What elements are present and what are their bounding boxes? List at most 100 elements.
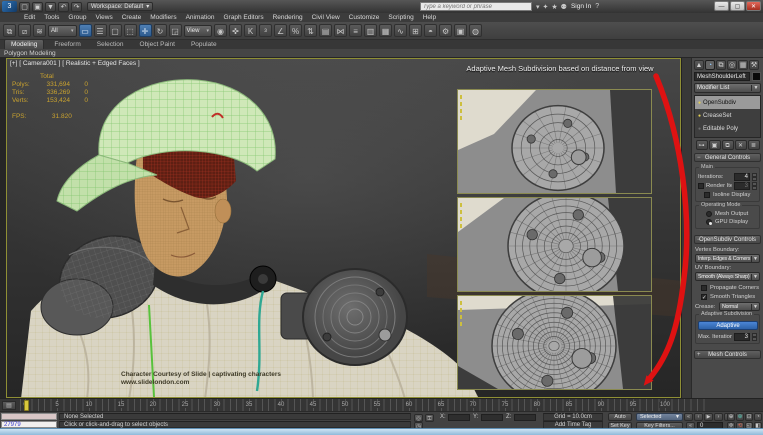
undo-icon[interactable]: ↶ <box>58 2 69 12</box>
cp-tab-modify[interactable]: ◔ <box>705 60 715 70</box>
bind-to-space-warp-icon[interactable]: ≋ <box>33 24 46 37</box>
menu-rendering[interactable]: Rendering <box>273 14 303 21</box>
mode-option-mesh-output[interactable]: Mesh Output <box>698 210 757 218</box>
maximize-button[interactable]: ▢ <box>730 1 745 11</box>
schematic-view-icon[interactable]: ⊞ <box>409 24 422 37</box>
select-and-scale-icon[interactable]: ◲ <box>169 24 182 37</box>
select-object-icon[interactable]: ▭ <box>79 24 92 37</box>
material-editor-icon[interactable]: ◓ <box>424 24 437 37</box>
zoom-icon[interactable]: ⊕ <box>727 413 735 421</box>
help-menu-icon[interactable]: ? <box>595 3 599 10</box>
menu-graph-editors[interactable]: Graph Editors <box>224 14 264 21</box>
sign-in-user-icon[interactable]: ⚉ <box>561 3 567 11</box>
ribbon-tab-modeling[interactable]: Modeling <box>4 39 44 49</box>
ribbon-tab-selection[interactable]: Selection <box>91 40 130 49</box>
vertex-boundary-dropdown[interactable]: Interp. Edges & Corners ▼ <box>695 254 760 263</box>
render-setup-icon[interactable]: ⚙ <box>439 24 452 37</box>
select-and-link-icon[interactable]: ⧉ <box>3 24 16 37</box>
rollout-header[interactable]: + Mesh Controls <box>694 350 761 359</box>
cp-tab-utilities[interactable]: ⚒ <box>749 60 759 70</box>
select-and-rotate-icon[interactable]: ↻ <box>154 24 167 37</box>
menu-scripting[interactable]: Scripting <box>388 14 413 21</box>
render-iters-spinner[interactable]: 3 <box>734 182 750 190</box>
menu-edit[interactable]: Edit <box>24 14 35 21</box>
ribbon-tab-populate[interactable]: Populate <box>185 40 223 49</box>
viewport-label[interactable]: [+] [ Camera001 ] [ Realistic + Edged Fa… <box>10 60 140 67</box>
rectangular-selection-region-icon[interactable]: ▢ <box>109 24 122 37</box>
angle-snap-toggle-icon[interactable]: ∠ <box>274 24 287 37</box>
rollout-header[interactable]: − General Controls <box>694 153 761 162</box>
graphite-ribbon-toggle-icon[interactable]: ▦ <box>379 24 392 37</box>
menu-group[interactable]: Group <box>68 14 86 21</box>
crease-dropdown[interactable]: Normal ▼ <box>719 302 760 311</box>
isoline-display-checkbox[interactable] <box>704 192 710 198</box>
cp-tab-hierarchy[interactable]: ⧉ <box>716 60 726 70</box>
smooth-triangles-row[interactable]: Smooth Triangles <box>695 292 760 301</box>
search-history-icon[interactable]: ▾ <box>536 3 540 11</box>
snap-toggle-3d-icon[interactable]: ³ <box>259 24 272 37</box>
uv-boundary-dropdown[interactable]: Smooth (Always Sharp) ▼ <box>695 272 760 281</box>
next-frame-button[interactable]: › <box>714 413 723 421</box>
visibility-bulb-icon[interactable]: ● <box>698 113 701 119</box>
menu-tools[interactable]: Tools <box>44 14 59 21</box>
field-of-view-icon[interactable]: ◔ <box>754 413 762 421</box>
isoline-display-row[interactable]: Isoline Display <box>698 190 757 199</box>
configure-modifier-sets-button[interactable]: ≣ <box>748 140 760 150</box>
curve-editor-icon[interactable]: ∿ <box>394 24 407 37</box>
max-iterations-spinner[interactable]: 3 <box>734 333 750 341</box>
maxscript-mini-listener-white[interactable]: 27979 <box>1 421 57 429</box>
time-slider-playhead[interactable] <box>24 400 29 411</box>
rollout-header[interactable]: − OpenSubdiv Controls <box>694 235 761 244</box>
menu-views[interactable]: Views <box>95 14 112 21</box>
selection-filter-dropdown[interactable]: All▾ <box>48 25 77 37</box>
camera-viewport[interactable]: [+] [ Camera001 ] [ Realistic + Edged Fa… <box>6 58 681 398</box>
align-icon[interactable]: ≡ <box>349 24 362 37</box>
propagate-corners-row[interactable]: Propagate Corners <box>695 283 760 292</box>
maxscript-mini-listener-pink[interactable] <box>1 413 57 420</box>
mode-option-gpu-display[interactable]: GPU Display <box>698 218 757 226</box>
close-button[interactable]: ✕ <box>746 1 761 11</box>
cp-tab-create[interactable]: ▲ <box>694 60 704 70</box>
modifier-stack-item-creaseset[interactable]: ●CreaseSet <box>695 109 760 122</box>
use-pivot-point-center-icon[interactable]: ◉ <box>214 24 227 37</box>
go-to-start-button[interactable]: « <box>684 413 693 421</box>
render-iters-checkbox[interactable] <box>698 183 704 189</box>
iterations-spinner[interactable]: 4 <box>734 173 750 181</box>
cp-tab-display[interactable]: ▦ <box>738 60 748 70</box>
sign-in-link[interactable]: Sign In <box>571 3 591 10</box>
remove-modifier-button[interactable]: ✕ <box>735 140 747 150</box>
menu-customize[interactable]: Customize <box>349 14 380 21</box>
make-unique-button[interactable]: ⧉ <box>722 140 734 150</box>
adaptive-button[interactable]: Adaptive <box>698 321 758 330</box>
minimize-button[interactable]: — <box>714 1 729 11</box>
new-scene-icon[interactable]: ▢ <box>19 2 30 12</box>
workspace-selector[interactable]: Workspace: Default ▾ <box>87 2 153 11</box>
auto-key-button[interactable]: Auto Key <box>608 413 632 421</box>
reference-coordinate-system-dropdown[interactable]: View▾ <box>184 25 213 37</box>
x-coord-field[interactable] <box>448 414 470 422</box>
menu-animation[interactable]: Animation <box>186 14 215 21</box>
spinner-snap-toggle-icon[interactable]: ⇅ <box>304 24 317 37</box>
select-and-manipulate-icon[interactable]: ✜ <box>229 24 242 37</box>
rendered-frame-window-icon[interactable]: ▣ <box>454 24 467 37</box>
keyboard-shortcut-override-icon[interactable]: K <box>244 24 257 37</box>
cp-tab-motion[interactable]: ◎ <box>727 60 737 70</box>
play-button[interactable]: ▶ <box>704 413 713 421</box>
ribbon-panel-strip[interactable]: Polygon Modeling <box>0 49 763 58</box>
menu-create[interactable]: Create <box>122 14 142 21</box>
unlink-selection-icon[interactable]: ⧄ <box>18 24 31 37</box>
search-input[interactable] <box>420 2 532 11</box>
spinner-arrows[interactable] <box>752 182 757 190</box>
spinner-arrows[interactable] <box>752 173 757 181</box>
zoom-extents-icon[interactable]: ⊡ <box>745 413 753 421</box>
z-coord-field[interactable] <box>514 414 536 422</box>
pin-stack-button[interactable]: ⊶ <box>696 140 708 150</box>
ribbon-tab-object-paint[interactable]: Object Paint <box>134 40 181 49</box>
layer-manager-icon[interactable]: ▥ <box>364 24 377 37</box>
percent-snap-toggle-icon[interactable]: % <box>289 24 302 37</box>
favorites-icon[interactable]: ★ <box>551 3 557 11</box>
modifier-stack-item-opensubdiv[interactable]: ●OpenSubdiv <box>695 96 760 109</box>
menu-help[interactable]: Help <box>423 14 436 21</box>
max-logo-icon[interactable]: 3 <box>2 1 17 12</box>
visibility-bulb-icon[interactable]: ● <box>698 100 701 106</box>
